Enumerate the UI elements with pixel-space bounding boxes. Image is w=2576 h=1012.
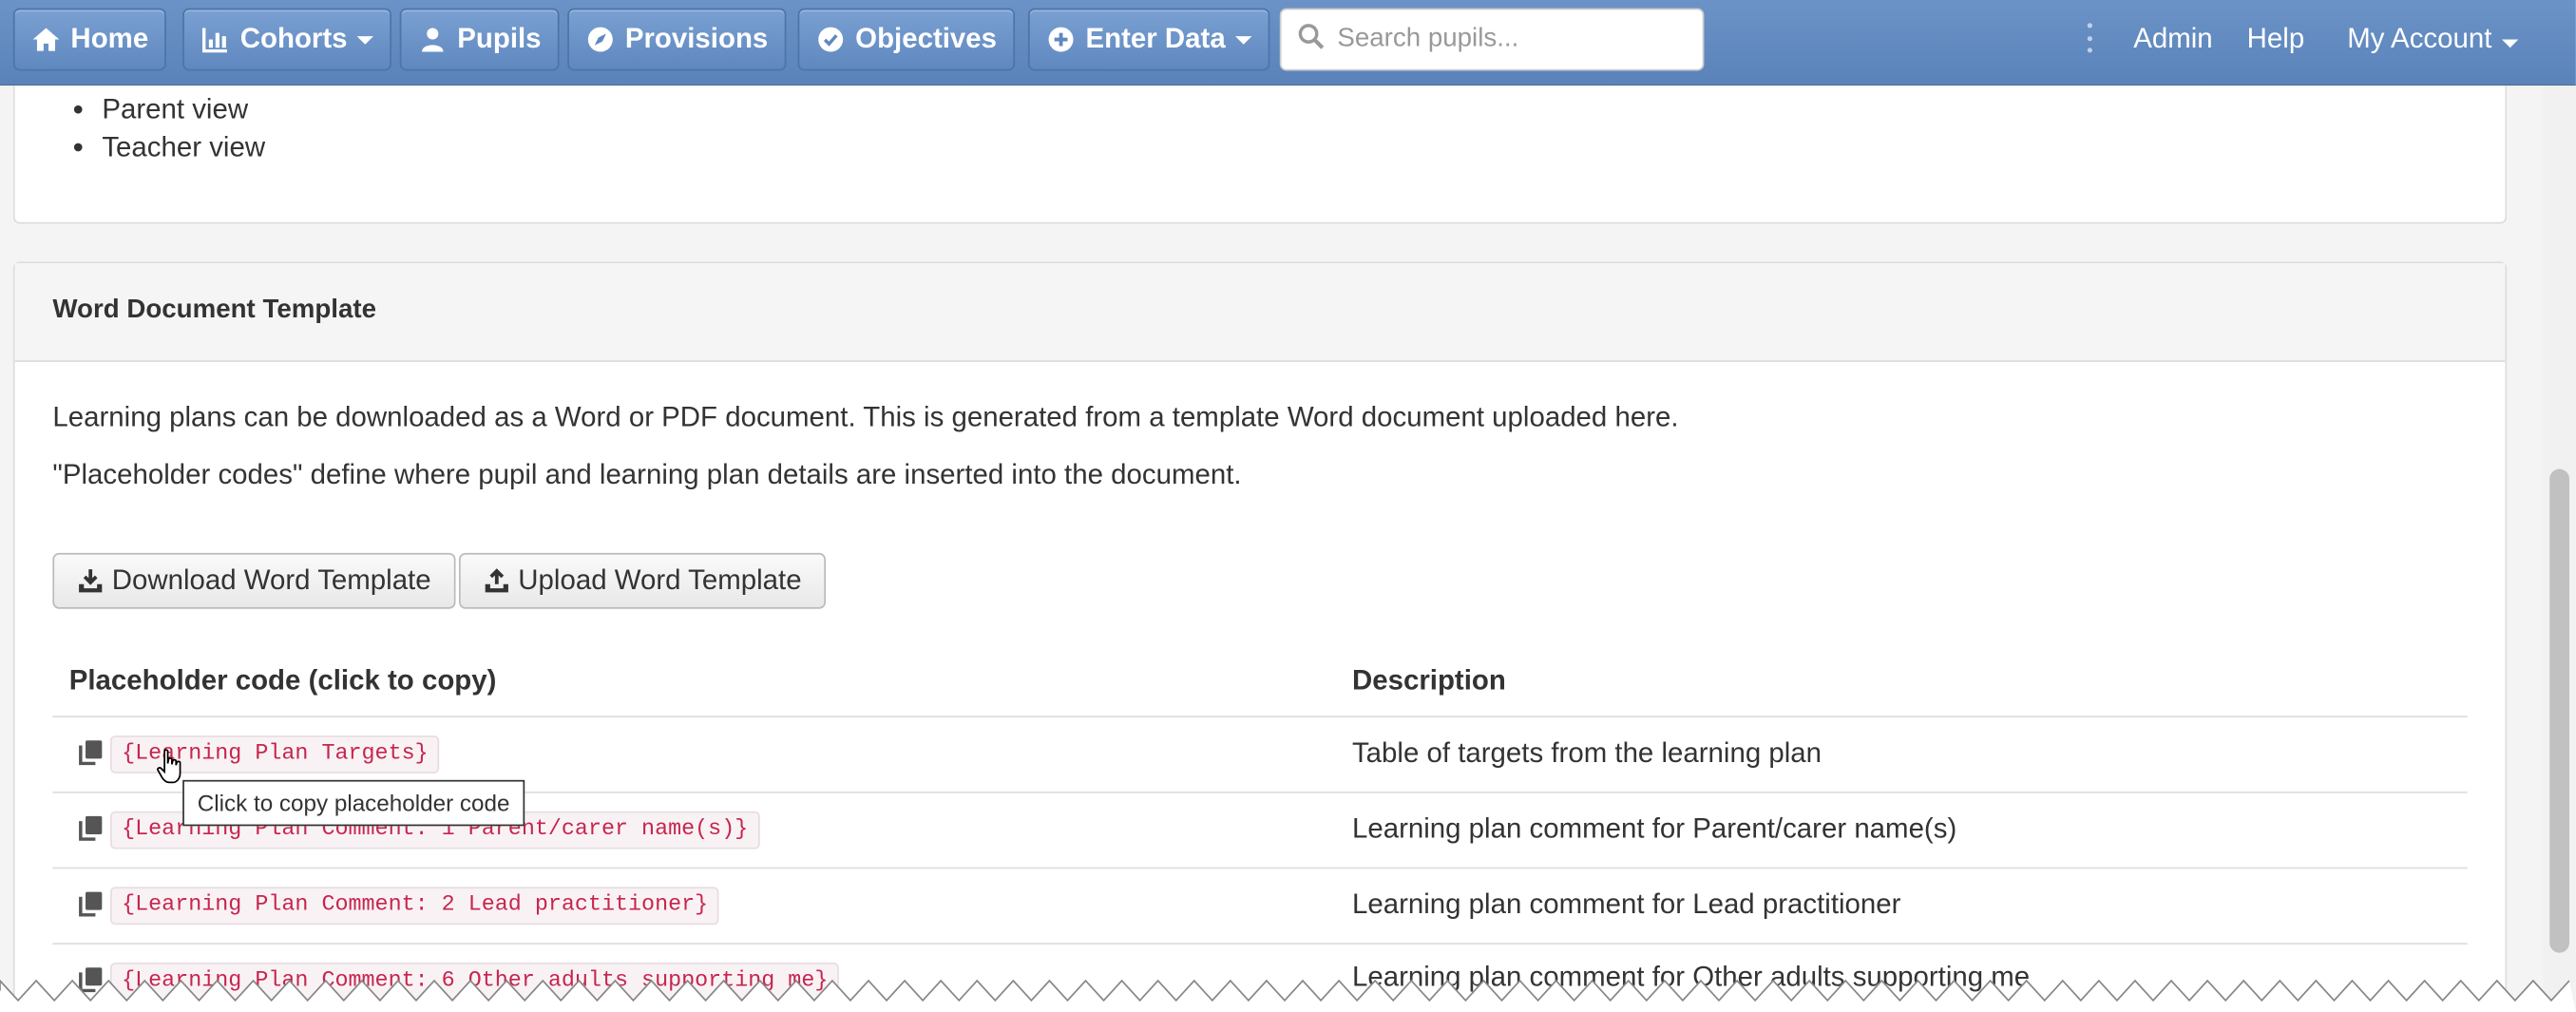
scrollbar-thumb[interactable] [2549,468,2569,953]
nav-pupils-button[interactable]: Pupils [399,8,560,71]
search-box [1279,8,1705,71]
search-input[interactable] [1337,24,1683,55]
nav-objectives-label: Objectives [855,23,998,55]
chevron-down-icon [2501,39,2519,48]
torn-edge [0,979,2576,1012]
download-label: Download Word Template [111,563,431,596]
bar-chart-icon [200,25,230,54]
top-navbar: Home Cohorts Pupils Provisions Objective… [0,0,2576,86]
list-item: Parent view [102,90,265,128]
nav-admin-link[interactable]: Admin [2133,23,2212,56]
placeholder-description: Learning plan comment for Lead practitio… [1351,888,1901,921]
page: Home Cohorts Pupils Provisions Objective… [0,0,2576,1012]
nav-my-account-label: My Account [2347,23,2492,55]
plus-circle-icon [1046,25,1076,54]
divider [52,943,2468,945]
nav-cohorts-label: Cohorts [239,23,348,55]
divider [52,716,2468,718]
hand-cursor-icon [156,749,185,785]
home-icon [31,25,61,54]
column-header-description: Description [1351,664,1506,697]
placeholder-description: Table of targets from the learning plan [1351,736,1822,769]
upload-word-template-button[interactable]: Upload Word Template [458,552,827,609]
chevron-down-icon [1235,35,1252,44]
nav-enter-data-label: Enter Data [1085,23,1226,55]
intro-text-1: Learning plans can be downloaded as a Wo… [52,401,1679,433]
nav-provisions-label: Provisions [624,23,769,55]
chevron-down-icon [356,35,374,44]
download-icon [77,567,104,594]
copy-icon[interactable] [77,739,104,766]
intro-text-2: "Placeholder codes" define where pupil a… [52,459,1242,491]
placeholder-description: Learning plan comment for Parent/carer n… [1351,812,1957,845]
placeholder-code[interactable]: {Learning Plan Comment: 2 Lead practitio… [109,887,720,926]
nav-enter-data-button[interactable]: Enter Data [1027,8,1270,71]
check-circle-icon [816,25,846,54]
nav-home-button[interactable]: Home [12,8,167,71]
nav-divider [2081,23,2097,53]
panel-title: Word Document Template [14,263,2506,362]
search-icon [1298,22,1325,56]
nav-home-label: Home [70,23,149,55]
download-word-template-button[interactable]: Download Word Template [52,552,456,609]
copy-icon[interactable] [77,890,104,917]
page-scrollbar[interactable] [2543,86,2576,1012]
nav-cohorts-button[interactable]: Cohorts [182,8,392,71]
views-panel: Parent view Teacher view [12,66,2508,224]
views-list: Parent view Teacher view [102,90,265,166]
nav-pupils-label: Pupils [457,23,542,55]
nav-objectives-button[interactable]: Objectives [797,8,1016,71]
copy-icon[interactable] [77,814,104,841]
compass-icon [585,25,615,54]
column-header-code: Placeholder code (click to copy) [68,664,497,697]
nav-provisions-button[interactable]: Provisions [567,8,787,71]
nav-help-link[interactable]: Help [2247,23,2305,56]
upload-label: Upload Word Template [518,563,802,596]
divider [52,867,2468,869]
tooltip: Click to copy placeholder code [182,779,525,827]
upload-icon [484,567,510,594]
word-template-panel: Word Document Template Learning plans ca… [12,261,2508,1012]
user-icon [418,25,448,54]
list-item: Teacher view [102,128,265,166]
nav-my-account-link[interactable]: My Account [2347,23,2519,56]
